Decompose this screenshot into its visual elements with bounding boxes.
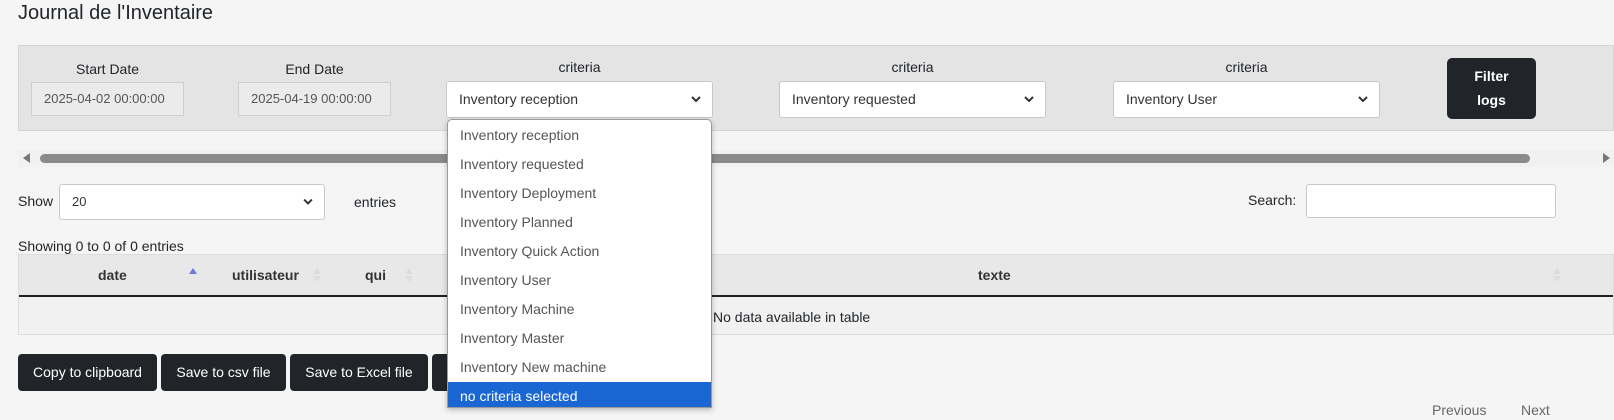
chevron-down-icon <box>1358 96 1368 103</box>
criteria3-select[interactable]: Inventory User <box>1113 81 1380 118</box>
table-header: date utilisateur qui texte <box>19 255 1613 297</box>
start-date-label: Start Date <box>75 61 140 77</box>
search-input[interactable] <box>1306 184 1556 218</box>
filter-logs-button[interactable]: Filter logs <box>1447 58 1536 119</box>
data-table: date utilisateur qui texte No data avail… <box>18 254 1614 335</box>
chevron-down-icon <box>303 198 313 205</box>
entries-value: 20 <box>72 194 87 209</box>
end-date-input[interactable]: 2025-04-19 00:00:00 <box>238 82 391 116</box>
dropdown-option-highlighted[interactable]: no criteria selected <box>448 382 711 407</box>
criteria1-select[interactable]: Inventory reception <box>446 81 713 118</box>
search-label: Search: <box>1248 192 1297 208</box>
dropdown-option[interactable]: Inventory reception <box>448 121 711 150</box>
criteria2-label: criteria <box>891 59 934 75</box>
dropdown-option[interactable]: Inventory Master <box>448 324 711 353</box>
filter-logs-button-line2: logs <box>1477 92 1506 108</box>
pagination-previous[interactable]: Previous <box>1432 402 1486 418</box>
table-info: Showing 0 to 0 of 0 entries <box>18 238 184 254</box>
criteria3-value: Inventory User <box>1126 91 1218 107</box>
sort-icon[interactable] <box>313 267 321 283</box>
criteria2-select[interactable]: Inventory requested <box>779 81 1046 118</box>
empty-table-message: No data available in table <box>713 309 871 325</box>
criteria3-label: criteria <box>1225 59 1268 75</box>
scroll-right-icon[interactable] <box>1603 153 1610 163</box>
column-header-texte[interactable]: texte <box>978 267 1011 283</box>
save-excel-button[interactable]: Save to Excel file <box>290 354 428 391</box>
dropdown-option[interactable]: Inventory New machine <box>448 353 711 382</box>
column-header-utilisateur[interactable]: utilisateur <box>232 267 299 283</box>
dropdown-option[interactable]: Inventory Machine <box>448 295 711 324</box>
dropdown-option[interactable]: Inventory Quick Action <box>448 237 711 266</box>
entries-label: entries <box>354 194 397 210</box>
chevron-down-icon <box>1024 96 1034 103</box>
start-date-input[interactable]: 2025-04-02 00:00:00 <box>31 82 184 116</box>
criteria1-label: criteria <box>558 59 601 75</box>
criteria1-dropdown-list: Inventory reception Inventory requested … <box>447 119 712 408</box>
dropdown-option[interactable]: Inventory User <box>448 266 711 295</box>
chevron-down-icon <box>691 96 701 103</box>
show-label: Show <box>18 193 54 209</box>
dropdown-option[interactable]: Inventory requested <box>448 150 711 179</box>
filter-logs-button-line1: Filter <box>1474 68 1509 84</box>
criteria1-value: Inventory reception <box>459 91 579 107</box>
end-date-label: End Date <box>285 61 344 77</box>
entries-select[interactable]: 20 <box>59 184 325 220</box>
scroll-left-icon[interactable] <box>23 153 30 163</box>
scrollbar-thumb[interactable] <box>40 154 1530 163</box>
criteria2-value: Inventory requested <box>792 91 916 107</box>
copy-to-clipboard-button[interactable]: Copy to clipboard <box>18 354 157 391</box>
sort-asc-icon[interactable] <box>189 267 197 283</box>
pagination-next[interactable]: Next <box>1521 402 1550 418</box>
dropdown-option[interactable]: Inventory Planned <box>448 208 711 237</box>
dropdown-option[interactable]: Inventory Deployment <box>448 179 711 208</box>
column-header-date[interactable]: date <box>98 267 127 283</box>
sort-icon[interactable] <box>405 267 413 283</box>
page-title: Journal de l'Inventaire <box>18 2 214 24</box>
sort-icon[interactable] <box>1553 267 1561 283</box>
save-csv-button[interactable]: Save to csv file <box>161 354 286 391</box>
column-header-qui[interactable]: qui <box>365 267 386 283</box>
horizontal-scrollbar[interactable] <box>18 150 1614 167</box>
